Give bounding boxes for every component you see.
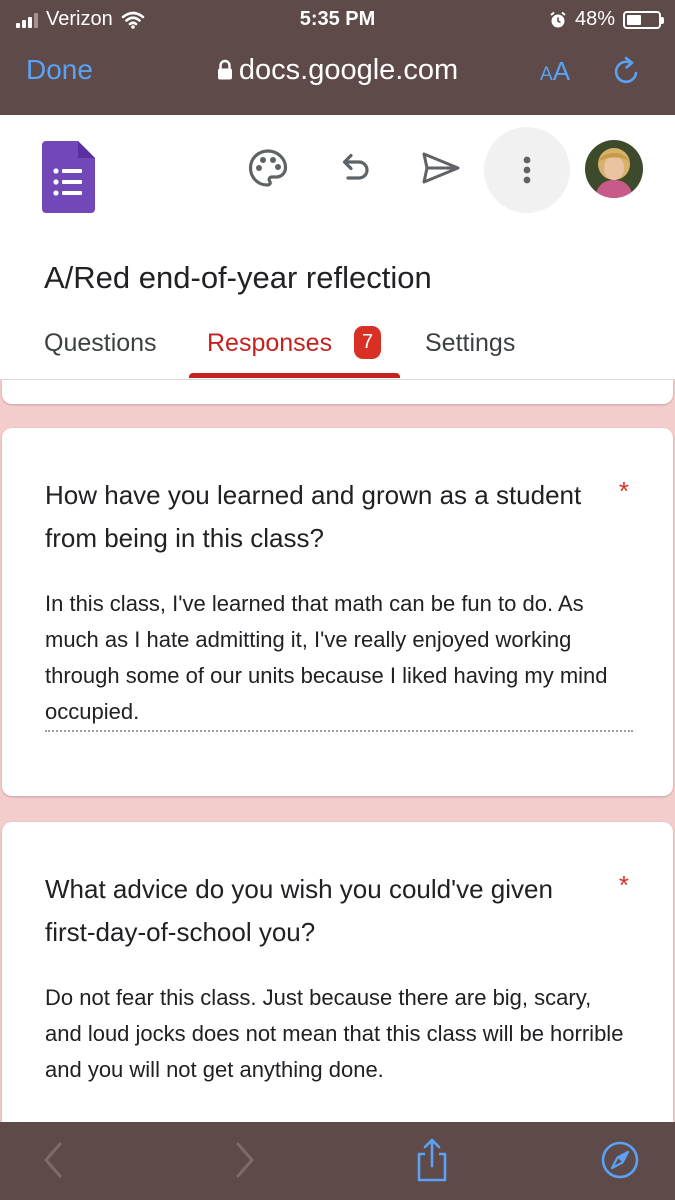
share-icon[interactable]	[412, 1138, 452, 1182]
battery-percent: 48%	[574, 8, 615, 30]
status-bar: Verizon 5:35 PM 48%	[0, 0, 675, 38]
required-asterisk: *	[618, 476, 629, 506]
question-text: How have you learned and grown as a stud…	[45, 480, 582, 553]
question-text: What advice do you wish you could've giv…	[45, 874, 553, 947]
reload-icon[interactable]	[608, 54, 644, 90]
previous-response-card	[2, 380, 673, 404]
url-text[interactable]: docs.google.com	[239, 54, 458, 86]
alarm-icon	[550, 11, 566, 27]
form-title: A/Red end-of-year reflection	[44, 260, 432, 295]
tab-responses[interactable]: Responses	[207, 329, 332, 358]
tab-questions[interactable]: Questions	[44, 329, 157, 358]
google-forms-logo-icon[interactable]	[42, 141, 95, 213]
avatar[interactable]	[585, 140, 643, 198]
form-tabs: Questions Responses 7 Settings	[0, 325, 675, 380]
answer-text: In this class, I've learned that math ca…	[45, 591, 608, 724]
reader-text-size-button[interactable]: AA	[540, 56, 570, 87]
more-options-button[interactable]	[484, 127, 570, 213]
answer-underline	[45, 730, 633, 732]
tab-settings[interactable]: Settings	[425, 329, 515, 358]
undo-icon[interactable]	[334, 147, 376, 189]
required-asterisk: *	[618, 870, 629, 900]
more-vert-icon	[523, 156, 531, 184]
address-bar[interactable]: Done docs.google.com AA	[0, 38, 675, 115]
battery-icon	[623, 10, 664, 29]
response-card: How have you learned and grown as a stud…	[2, 428, 673, 796]
back-icon[interactable]	[34, 1138, 74, 1182]
compass-icon[interactable]	[600, 1138, 640, 1182]
forms-header: A/Red end-of-year reflection Questions R…	[0, 115, 675, 380]
send-icon[interactable]	[420, 147, 462, 189]
answer-text: Do not fear this class. Just because the…	[45, 985, 624, 1082]
active-tab-indicator	[189, 373, 400, 378]
browser-toolbar	[0, 1122, 675, 1200]
browser-chrome: Verizon 5:35 PM 48% Done docs.google.com…	[0, 0, 675, 115]
forward-icon[interactable]	[224, 1138, 264, 1182]
lock-icon	[217, 59, 232, 80]
palette-icon[interactable]	[247, 147, 289, 189]
response-card: What advice do you wish you could've giv…	[2, 822, 673, 1152]
responses-count-badge: 7	[354, 326, 381, 359]
